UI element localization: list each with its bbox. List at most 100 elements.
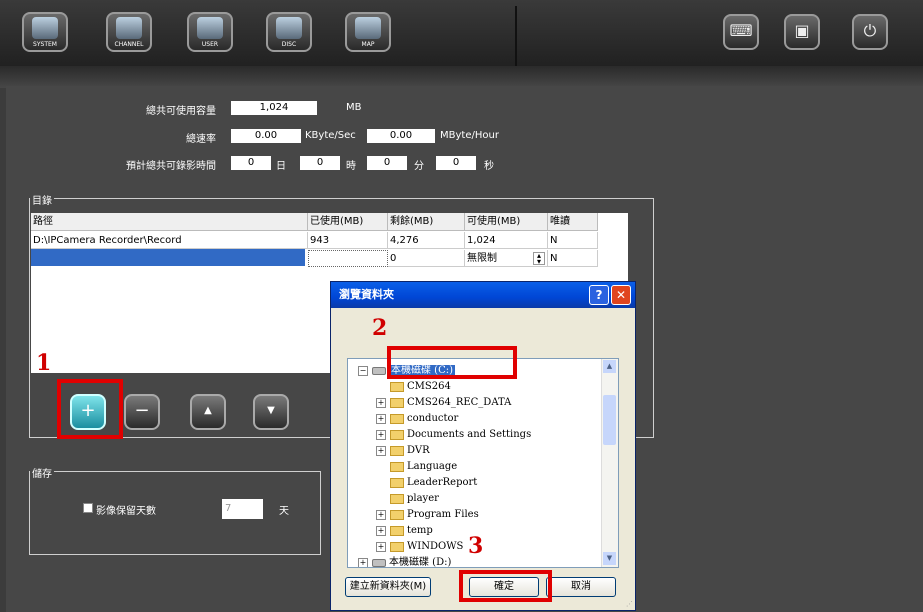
new-folder-button[interactable]: 建立新資料夾(M) [345,577,431,597]
move-up-button[interactable]: ▲ [190,394,226,430]
hours-unit: 時 [346,161,356,172]
remove-directory-button[interactable]: − [124,394,160,430]
monitor-icon [32,17,58,39]
table-cell[interactable]: N [548,232,598,249]
tree-node[interactable]: + Program Files [376,507,479,523]
folder-icon [390,381,404,392]
folder-icon [390,541,404,552]
tree-node-label: LeaderReport [407,477,478,488]
user-label: USER [201,41,219,48]
folder-icon [390,477,404,488]
table-cell[interactable]: D:\IPCamera Recorder\Record [31,232,308,249]
expand-toggle-icon[interactable]: + [376,429,386,440]
tree-node[interactable]: + 本機磁碟 (D:) [358,555,451,567]
disc-label: DISC [281,41,297,48]
tree-node[interactable]: player [376,491,439,507]
folder-icon [390,397,404,408]
map-button[interactable]: MAP [345,12,391,52]
table-cell[interactable]: 0 [388,250,465,267]
tree-node-label: temp [407,525,433,536]
folder-icon [390,525,404,536]
column-used[interactable]: 已使用(MB) [308,213,388,231]
resize-grip-icon[interactable]: ⋰ [626,600,633,608]
expand-toggle-icon[interactable]: − [358,365,368,376]
step-3-label: 3 [468,533,484,559]
help-icon: ? [595,288,603,302]
disc-button[interactable]: DISC [266,12,312,52]
tree-node-label: DVR [407,445,430,456]
tree-node[interactable]: LeaderReport [376,475,477,491]
system-button[interactable]: SYSTEM [22,12,68,52]
keep-days-checkbox[interactable] [83,503,93,513]
step-2-highlight [387,346,517,379]
minutes-unit: 分 [414,161,424,172]
user-icon [197,17,223,39]
table-cell[interactable]: 1,024 [465,232,548,249]
spinner-icon[interactable]: ▴ ▾ [533,252,545,266]
expand-toggle-icon[interactable]: + [376,541,386,552]
expand-toggle-icon[interactable]: + [376,413,386,424]
storage-group [29,471,321,555]
column-available[interactable]: 可使用(MB) [465,213,548,231]
column-path[interactable]: 路徑 [31,213,308,231]
tree-node-label: Language [407,461,458,472]
rate-kb-unit: KByte/Sec [305,130,356,141]
table-cell[interactable]: 943 [308,232,388,249]
power-icon: ⏻ [863,21,877,40]
rate-kb-value: 0.00 [231,129,301,143]
scroll-thumb[interactable] [603,395,616,445]
seconds-value: 0 [436,156,476,170]
user-button[interactable]: USER [187,12,233,52]
cancel-button[interactable]: 取消 [546,577,616,597]
scroll-down-arrow-icon[interactable]: ▼ [603,552,616,565]
move-down-button[interactable]: ▼ [253,394,289,430]
tree-node[interactable]: CMS264 [376,379,451,395]
tree-node[interactable]: Language [376,459,457,475]
tree-node-label: CMS264 [407,381,451,392]
expand-toggle-icon[interactable]: + [376,397,386,408]
tree-scrollbar[interactable]: ▲ ▼ [601,359,618,567]
table-cell-editing[interactable] [308,250,388,267]
step-2-label: 2 [372,315,388,341]
tree-node[interactable]: + temp [376,523,433,539]
arrow-up-icon: ▲ [204,405,212,416]
help-button[interactable]: ? [589,285,609,305]
top-toolbar: SYSTEM CHANNEL USER DISC MAP ⌨ ▣ ⏻ [0,0,923,74]
tree-node[interactable]: + CMS264_REC_DATA [376,395,511,411]
step-1-label: 1 [36,350,52,376]
keep-days-input[interactable]: 7 [222,499,263,519]
channel-button[interactable]: CHANNEL [106,12,152,52]
save-button[interactable]: ▣ [784,14,820,50]
column-readonly[interactable]: 唯讀 [548,213,598,231]
expand-toggle-icon[interactable]: + [376,509,386,520]
drive-icon [372,366,386,375]
close-button[interactable]: ✕ [611,285,631,305]
toolbar-divider [515,6,517,68]
camera-icon [116,17,142,39]
channel-label: CHANNEL [114,41,144,48]
table-cell[interactable]: N [548,250,598,267]
folder-icon [390,509,404,520]
expand-toggle-icon[interactable]: + [358,557,368,567]
expand-toggle-icon[interactable]: + [376,525,386,536]
system-label: SYSTEM [33,41,57,48]
column-remaining[interactable]: 剩餘(MB) [388,213,465,231]
tree-node[interactable]: + DVR [376,443,430,459]
arrow-down-icon: ▼ [267,405,275,416]
scroll-up-arrow-icon[interactable]: ▲ [603,360,616,373]
folder-icon [390,413,404,424]
table-cell[interactable]: 4,276 [388,232,465,249]
power-button[interactable]: ⏻ [852,14,888,50]
total-capacity-label: 總共可使用容量 [146,106,216,117]
keyboard-button[interactable]: ⌨ [723,14,759,50]
tree-node-label: Program Files [407,509,479,520]
rate-mb-unit: MByte/Hour [440,130,499,141]
expand-toggle-icon[interactable]: + [376,445,386,456]
days-value: 0 [231,156,271,170]
tree-node[interactable]: + Documents and Settings [376,427,531,443]
tree-node-label: WINDOWS [407,541,464,552]
rate-label: 總速率 [186,134,216,145]
tree-node[interactable]: + WINDOWS [376,539,463,555]
selected-row-highlight[interactable] [31,249,305,266]
tree-node[interactable]: + conductor [376,411,458,427]
